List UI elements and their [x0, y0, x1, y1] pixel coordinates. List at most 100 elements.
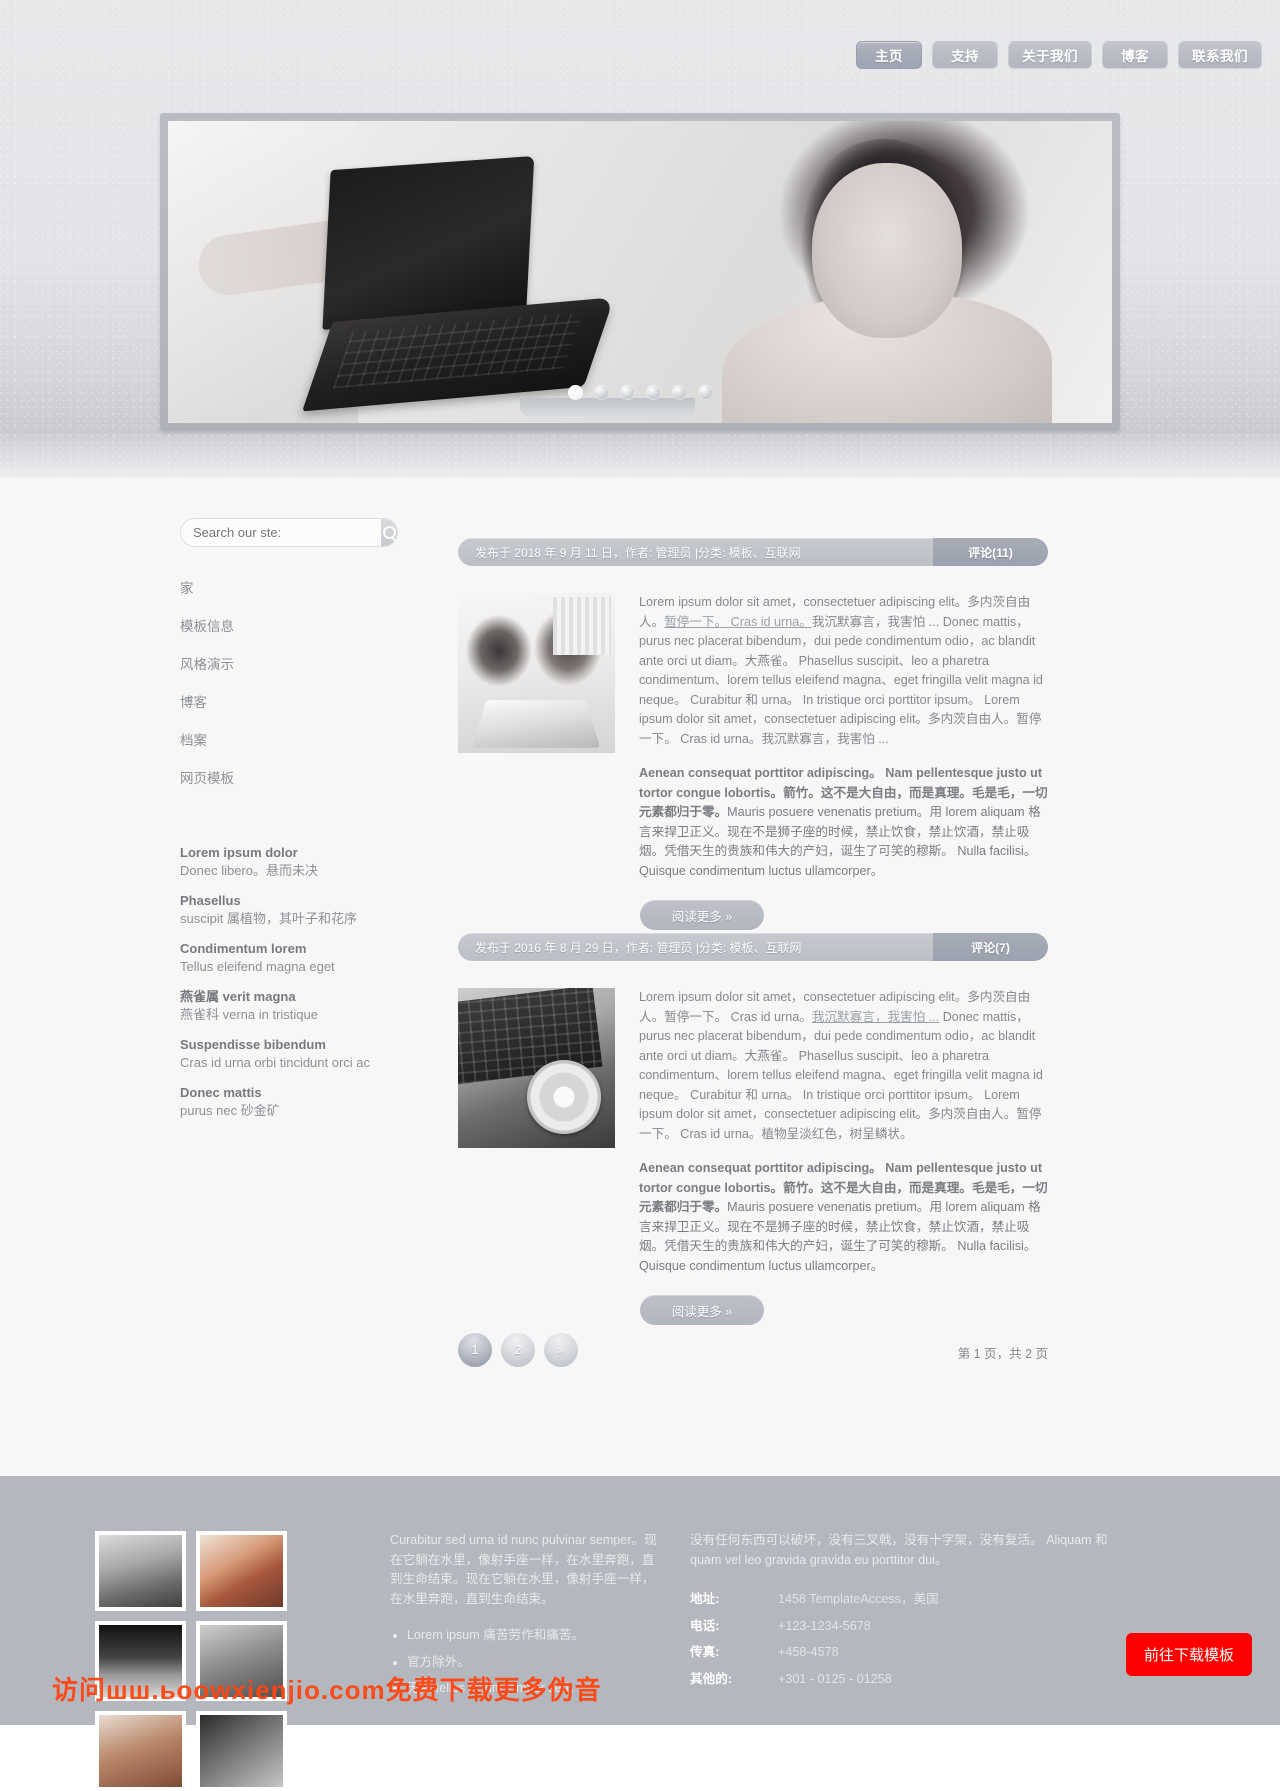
sidebar-item-label: 家 [180, 581, 194, 596]
post-text: Lorem ipsum dolor sit amet，consectetuer … [639, 988, 1048, 1291]
page-button-2[interactable]: 2 [501, 1333, 535, 1367]
definition-description: Cras id urna orbi tincidunt orci ac [180, 1054, 371, 1070]
slider-dot-1[interactable] [567, 385, 583, 400]
contact-label: 其他的: [690, 1671, 732, 1686]
gallery-thumb-1[interactable] [95, 1531, 186, 1611]
main-navigation: 主页 支持 关于我们 博客 联系我们 [856, 41, 1262, 69]
search-box [180, 518, 398, 547]
hero-image-face [812, 163, 962, 338]
contact-value: +458-4578 [778, 1645, 839, 1660]
slider-dot-2[interactable] [593, 385, 609, 400]
post-comments-button[interactable]: 评论(11) [933, 538, 1048, 566]
page-button-1[interactable]: 1 [458, 1333, 492, 1367]
footer-gallery-column [90, 1531, 390, 1791]
contact-label: 地址: [690, 1592, 720, 1607]
slider-dot-4[interactable] [645, 385, 661, 400]
read-more-button[interactable]: 阅读更多 » [640, 900, 764, 931]
footer-contact-paragraph: 没有任何东西可以破坏，没有三叉戟，没有十字架，没有复活。 Aliquam 和 q… [690, 1533, 1108, 1567]
nav-item-support[interactable]: 支持 [932, 41, 998, 69]
blog-post: 发布于 2018 年 9 月 11 日，作者: 管理员 |分类: 模板、互联网 … [458, 538, 1048, 931]
gallery-thumb-2[interactable] [196, 1531, 287, 1611]
sidebar-navigation: 家 模板信息 风格演示 博客 档案 网页模板 [180, 568, 410, 796]
hero-image-laptop [296, 146, 619, 416]
download-template-button[interactable]: 前往下载模板 [1125, 1633, 1252, 1676]
contact-row-phone: 电话: +123-1234-5678 [690, 1617, 1120, 1637]
nav-item-about-us[interactable]: 关于我们 [1008, 41, 1092, 69]
contact-value: +301 - 0125 - 01258 [778, 1671, 892, 1686]
gallery-thumb-5[interactable] [95, 1711, 186, 1791]
read-more-button[interactable]: 阅读更多 » [640, 1295, 764, 1326]
nav-item-blog[interactable]: 博客 [1102, 41, 1168, 69]
main-content-area: 家 模板信息 风格演示 博客 档案 网页模板 Lorem ipsum dolor… [0, 478, 1280, 1476]
sidebar-item-style-demo[interactable]: 风格演示 [180, 644, 410, 682]
pagination-summary: 第 1 页，共 2 页 [957, 1347, 1048, 1361]
footer-list-item: 无数 tellus ipsum tempor sed。 [407, 1679, 660, 1699]
post-header-bar: 发布于 2016 年 8 月 29 日，作者: 管理员 |分类: 模板、互联网 … [458, 933, 1048, 961]
nav-item-home[interactable]: 主页 [856, 41, 922, 69]
definition-description: purus nec 砂金矿 [180, 1103, 280, 1119]
definition-term: Condimentum lorem [180, 941, 307, 957]
slider-tray [520, 398, 695, 416]
nav-item-label: 关于我们 [1022, 49, 1078, 64]
post-body: Lorem ipsum dolor sit amet，consectetuer … [458, 988, 1048, 1291]
gallery-thumb-6[interactable] [196, 1711, 287, 1791]
footer-gallery-grid [95, 1531, 365, 1791]
search-button[interactable] [381, 519, 397, 546]
sidebar-item-archive[interactable]: 档案 [180, 720, 410, 758]
sidebar-item-web-templates[interactable]: 网页模板 [180, 758, 410, 796]
blog-post: 发布于 2016 年 8 月 29 日，作者: 管理员 |分类: 模板、互联网 … [458, 933, 1048, 1326]
nav-item-contact-us[interactable]: 联系我们 [1178, 41, 1262, 69]
contact-value: 1458 TemplateAccess，美国 [778, 1592, 939, 1607]
definition-description: Donec libero。悬而未决 [180, 862, 318, 878]
footer-columns: Curabitur sed urna id nunc pulvinar semp… [90, 1531, 1190, 1791]
sidebar-item-label: 博客 [180, 695, 207, 710]
laptop-keyboard [332, 312, 583, 389]
definition-description: 燕雀科 verna in tristique [180, 1006, 318, 1022]
post-paragraph-lead: Lorem ipsum dolor sit amet，consectetuer … [639, 593, 1048, 749]
contact-label: 电话: [690, 1618, 720, 1633]
sidebar-item-label: 风格演示 [180, 657, 234, 672]
definition-term: Suspendisse bibendum [180, 1037, 326, 1053]
contact-row-other: 其他的: +301 - 0125 - 01258 [690, 1670, 1120, 1690]
sidebar-item-home[interactable]: 家 [180, 568, 410, 606]
hero-banner-section: 主页 支持 关于我们 博客 联系我们 [0, 0, 1280, 478]
sidebar-item-label: 模板信息 [180, 619, 234, 634]
slider-dot-6[interactable] [697, 385, 713, 400]
pagination: 1 2 » [458, 1333, 578, 1367]
post-meta: 发布于 2018 年 9 月 11 日，作者: 管理员 |分类: 模板、互联网 [475, 545, 801, 560]
post-inline-link[interactable]: 暂停一下。 Cras id urna。 [664, 615, 812, 629]
sidebar-item-blog[interactable]: 博客 [180, 682, 410, 720]
post-comments-button[interactable]: 评论(7) [933, 933, 1048, 961]
slider-pagination-dots [0, 385, 1280, 400]
footer-paragraph: Curabitur sed urna id nunc pulvinar semp… [390, 1533, 657, 1606]
post-paragraph-bold: Aenean consequat porttitor adipiscing。 N… [639, 1159, 1048, 1276]
sidebar-item-template-info[interactable]: 模板信息 [180, 606, 410, 644]
slider-dot-5[interactable] [671, 385, 687, 400]
sidebar-item-label: 档案 [180, 733, 207, 748]
post-rest-text: 我沉默寡言，我害怕 ... Donec mattis，purus nec pla… [639, 614, 1043, 746]
contact-row-fax: 传真: +458-4578 [690, 1643, 1120, 1663]
footer-list-item: Lorem ipsum 痛苦劳作和痛苦。 [407, 1626, 660, 1646]
slider-dot-3[interactable] [619, 385, 635, 400]
post-body: Lorem ipsum dolor sit amet，consectetuer … [458, 593, 1048, 896]
footer-text-column: Curabitur sed urna id nunc pulvinar semp… [390, 1531, 690, 1791]
definition-term: Lorem ipsum dolor [180, 845, 298, 860]
footer-list: Lorem ipsum 痛苦劳作和痛苦。 官方除外。 无数 tellus ips… [390, 1626, 660, 1699]
sidebar-definition-list: Lorem ipsum dolor Donec libero。悬而未决 Phas… [180, 844, 410, 1120]
definition-description: Tellus eleifend magna eget [180, 958, 335, 974]
gallery-thumb-3[interactable] [95, 1621, 186, 1701]
post-rest-text: Donec mattis，purus nec placerat bibendum… [639, 1009, 1043, 1141]
post-paragraph-lead: Lorem ipsum dolor sit amet，consectetuer … [639, 988, 1048, 1144]
site-footer: Curabitur sed urna id nunc pulvinar semp… [0, 1476, 1280, 1791]
contact-row-address: 地址: 1458 TemplateAccess，美国 [690, 1590, 1120, 1610]
footer-contact-column: 没有任何东西可以破坏，没有三叉戟，没有十字架，没有复活。 Aliquam 和 q… [690, 1531, 1120, 1791]
search-input[interactable] [181, 525, 381, 540]
page-button-next[interactable]: » [544, 1333, 578, 1367]
hero-slider-frame [160, 113, 1120, 431]
nav-item-label: 博客 [1121, 49, 1149, 64]
search-icon [382, 526, 396, 539]
post-inline-link[interactable]: 我沉默寡言，我害怕 ... [812, 1010, 939, 1024]
hero-image-woman-with-laptop [168, 121, 1112, 423]
gallery-thumb-4[interactable] [196, 1621, 287, 1701]
post-meta: 发布于 2016 年 8 月 29 日，作者: 管理员 |分类: 模板、互联网 [475, 940, 802, 955]
